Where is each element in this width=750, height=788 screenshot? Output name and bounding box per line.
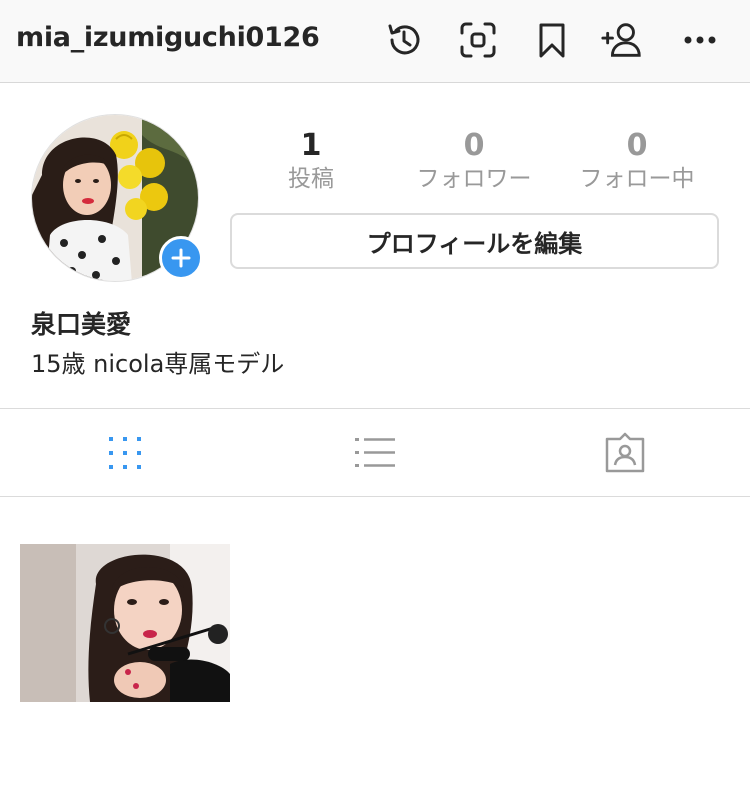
following-count[interactable]: 0 フォロー中 [557, 128, 717, 194]
followers-count-label: フォロワー [416, 166, 532, 192]
posts-count-value: 1 [300, 128, 322, 163]
more-options-icon[interactable] [678, 18, 722, 62]
grid-icon [109, 436, 141, 469]
list-icon [355, 437, 395, 467]
profile-bio: 15歳 nicola専属モデル [31, 350, 285, 378]
tab-grid[interactable] [0, 409, 250, 496]
tagged-person-icon [605, 432, 645, 472]
plus-icon [171, 248, 191, 268]
archive-history-icon[interactable] [382, 18, 426, 62]
profile-view-tabs [0, 408, 750, 497]
top-navigation-bar: mia_izumiguchi0126 [0, 0, 750, 83]
posts-count-label: 投稿 [288, 166, 334, 192]
followers-count-value: 0 [463, 128, 485, 163]
add-story-button[interactable] [159, 236, 203, 280]
profile-username: mia_izumiguchi0126 [16, 22, 320, 53]
nametag-scan-icon[interactable] [456, 18, 500, 62]
edit-profile-button[interactable]: プロフィールを編集 [230, 213, 719, 269]
tab-list[interactable] [250, 409, 500, 496]
saved-bookmark-icon[interactable] [530, 18, 574, 62]
followers-count[interactable]: 0 フォロワー [394, 128, 554, 194]
tab-tagged[interactable] [500, 409, 750, 496]
profile-display-name: 泉口美愛 [31, 310, 132, 339]
discover-people-icon[interactable] [600, 18, 644, 62]
post-thumbnail[interactable] [20, 544, 230, 702]
profile-avatar-wrapper[interactable] [31, 114, 203, 282]
following-count-value: 0 [626, 128, 648, 163]
following-count-label: フォロー中 [579, 166, 695, 192]
posts-count[interactable]: 1 投稿 [231, 128, 391, 194]
